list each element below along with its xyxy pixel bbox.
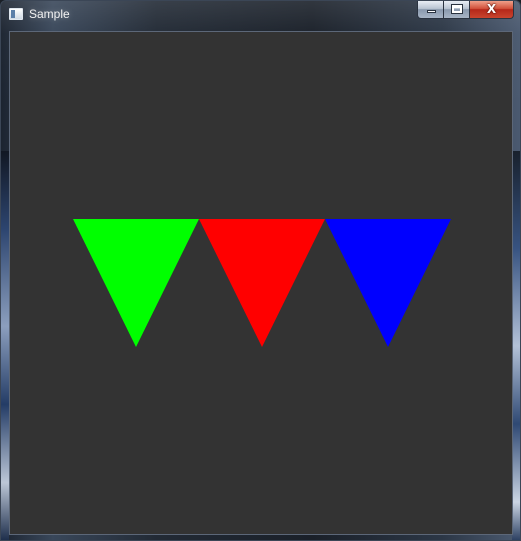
- green-triangle: [73, 219, 199, 347]
- maximize-icon: [451, 4, 463, 14]
- title-bar[interactable]: Sample X: [1, 1, 520, 27]
- render-canvas[interactable]: [9, 31, 513, 535]
- red-triangle: [199, 219, 325, 347]
- close-button[interactable]: X: [470, 1, 514, 19]
- triangle-scene: [73, 219, 451, 347]
- window-title: Sample: [29, 7, 70, 21]
- close-icon: X: [486, 2, 497, 16]
- maximize-button[interactable]: [444, 1, 470, 19]
- minimize-button[interactable]: [417, 1, 444, 19]
- minimize-icon: [427, 10, 436, 13]
- app-icon[interactable]: [9, 8, 23, 20]
- window-controls: X: [417, 1, 514, 20]
- window-frame-right-edge: [512, 151, 520, 540]
- blue-triangle: [325, 219, 451, 347]
- window-frame-left-edge: [1, 151, 9, 540]
- application-window: Sample X: [0, 0, 521, 541]
